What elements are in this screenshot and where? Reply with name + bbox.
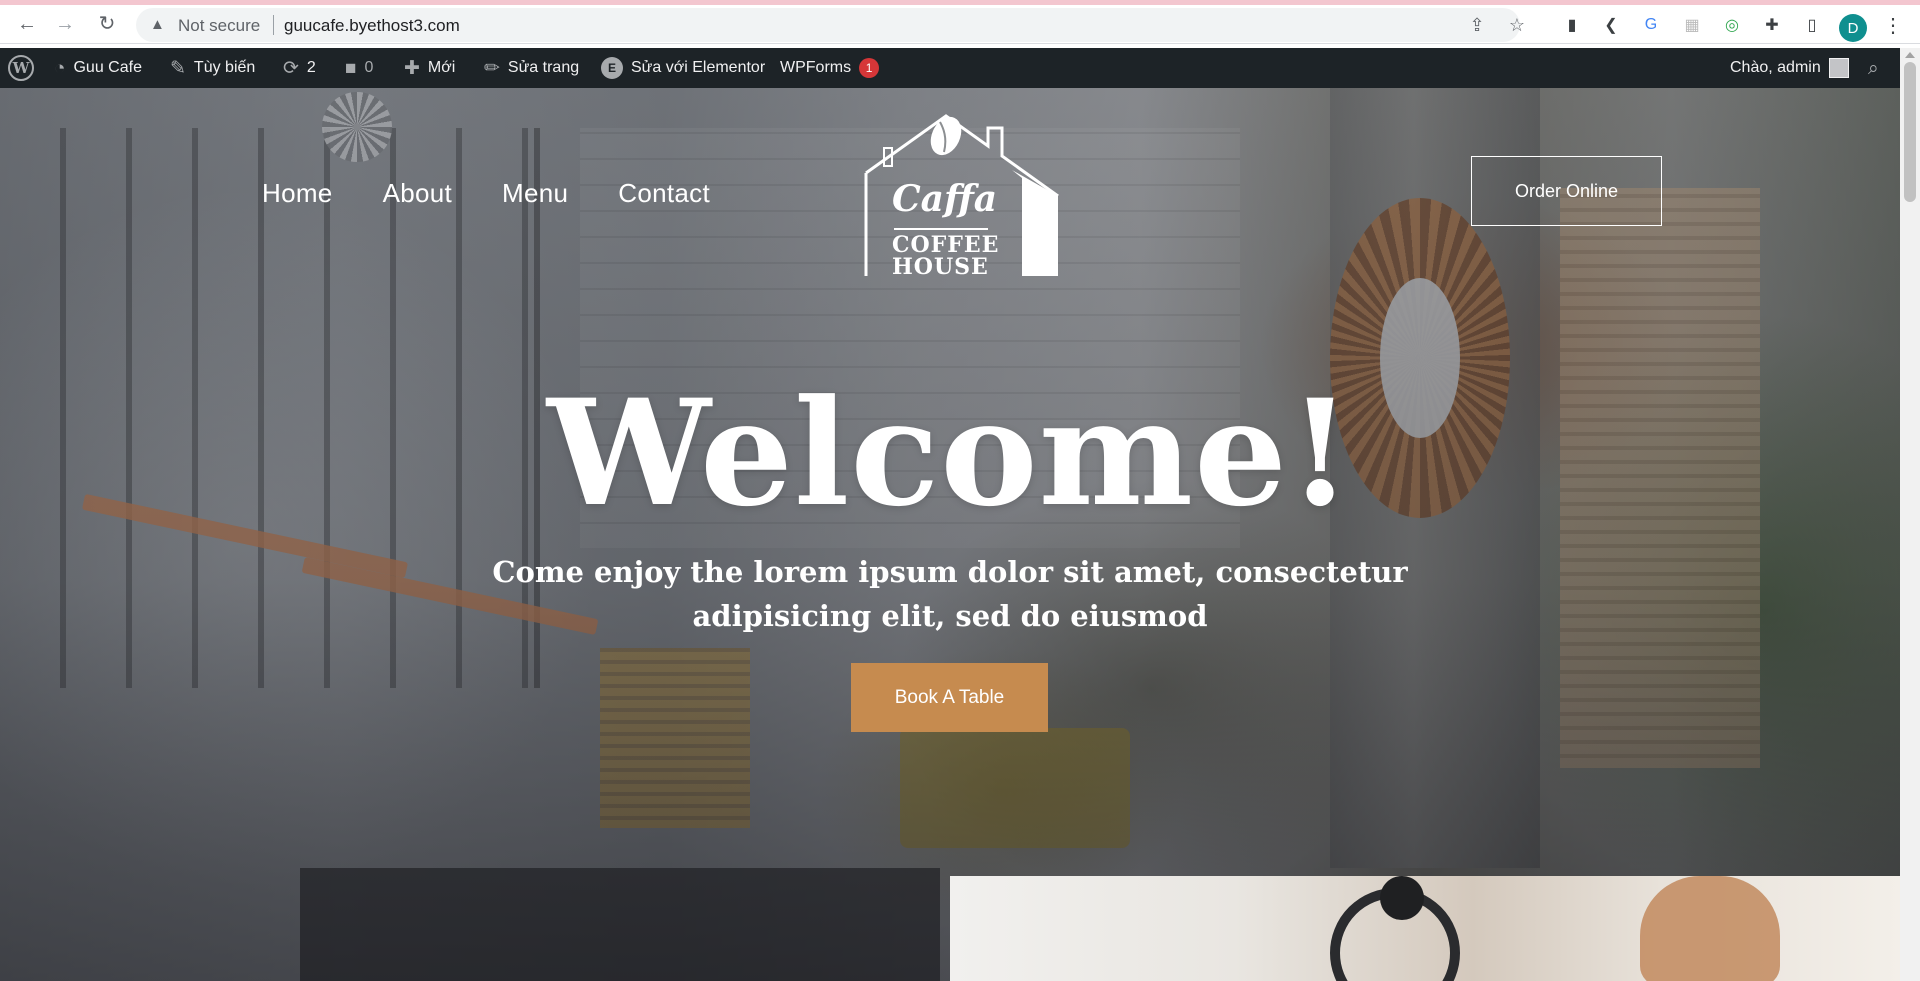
book-table-button[interactable]: Book A Table [851, 663, 1048, 732]
extension-color-icon[interactable]: ◎ [1721, 14, 1743, 36]
admin-avatar [1828, 58, 1849, 78]
forward-icon[interactable]: → [52, 11, 78, 37]
customize-label: Tùy biến [193, 59, 256, 76]
brush-icon: ✎ [170, 57, 186, 79]
extensions-puzzle-icon[interactable]: ✚ [1761, 14, 1783, 36]
coffee-grinder-photo [950, 876, 1900, 981]
hand-shape [1640, 876, 1780, 981]
hero-title: Welcome! [546, 368, 1354, 539]
wpforms-count-badge: 1 [859, 58, 880, 78]
profile-avatar[interactable]: D [1839, 14, 1867, 42]
updates-count: 2 [306, 59, 316, 76]
site-logo[interactable]: Caffa COFFEE HOUSE [862, 108, 1062, 280]
extension-grid-icon[interactable]: ▦ [1681, 14, 1703, 36]
elementor-icon: E [601, 57, 623, 79]
edit-page-label: Sửa trang [507, 59, 580, 76]
order-online-button[interactable]: Order Online [1471, 156, 1662, 226]
address-bar[interactable]: ▲ Not secure guucafe.byethost3.com ⇪ ☆ [136, 8, 1525, 42]
customize-menu[interactable]: ✎ Tùy biến [170, 48, 255, 88]
site-name-label: Guu Cafe [73, 59, 142, 76]
browser-toolbar: ← → ↻ ▲ Not secure guucafe.byethost3.com… [0, 5, 1920, 44]
side-panel-icon[interactable]: ▯ [1801, 14, 1823, 36]
security-label[interactable]: Not secure [178, 16, 260, 36]
nav-contact[interactable]: Contact [618, 178, 710, 209]
new-label: Mới [427, 59, 456, 76]
updates-menu[interactable]: ⟳ 2 [283, 48, 316, 88]
elementor-menu[interactable]: E Sửa với Elementor [601, 48, 765, 88]
scroll-up-arrow-icon[interactable] [1905, 52, 1915, 58]
wpforms-menu[interactable]: WPForms 1 [780, 48, 880, 88]
wordpress-icon: W [8, 55, 34, 81]
nav-home[interactable]: Home [262, 178, 333, 209]
wp-admin-bar: W ◔ Guu Cafe ✎ Tùy biến ⟳ 2 ■ 0 ✚ Mới ✏ … [0, 48, 1900, 88]
comments-count: 0 [364, 59, 374, 76]
account-menu[interactable]: Chào, admin [1730, 48, 1849, 88]
wp-logo-menu[interactable]: W [8, 48, 34, 88]
adminbar-search[interactable]: ⌕ [1868, 48, 1879, 88]
share-icon[interactable]: ⇪ [1466, 15, 1488, 37]
grinder-knob-shape [1380, 876, 1424, 920]
elementor-label: Sửa với Elementor [631, 59, 766, 76]
updates-icon: ⟳ [283, 57, 299, 79]
plus-icon: ✚ [404, 57, 420, 79]
bookmark-star-icon[interactable]: ☆ [1506, 15, 1528, 37]
logo-line-2: HOUSE [892, 254, 989, 280]
translate-icon[interactable]: G [1640, 14, 1662, 36]
extension-bookmark-icon[interactable]: ▮ [1561, 14, 1583, 36]
wpforms-label: WPForms [780, 59, 852, 76]
comments-menu[interactable]: ■ 0 [345, 48, 373, 88]
warning-icon: ▲ [150, 16, 165, 33]
scroll-thumb[interactable] [1904, 62, 1916, 202]
page-scrollbar[interactable] [1900, 48, 1920, 981]
pencil-icon: ✏ [484, 57, 500, 79]
greeting-label: Chào, admin [1730, 59, 1821, 76]
hero-section: Home About Menu Contact Caffa COFFEE HOU… [0, 88, 1900, 981]
url-text[interactable]: guucafe.byethost3.com [284, 16, 460, 36]
extension-arrow-icon[interactable]: ❮ [1600, 14, 1622, 36]
omnibox-separator [273, 15, 274, 35]
new-content-menu[interactable]: ✚ Mới [404, 48, 455, 88]
logo-divider [894, 228, 988, 230]
main-navigation: Home About Menu Contact [262, 178, 710, 209]
edit-page-menu[interactable]: ✏ Sửa trang [484, 48, 579, 88]
back-icon[interactable]: ← [14, 11, 40, 37]
logo-script-text: Caffa [892, 178, 998, 220]
nav-menu[interactable]: Menu [502, 178, 568, 209]
comment-icon: ■ [345, 57, 357, 79]
search-icon: ⌕ [1868, 57, 1879, 79]
dashboard-icon: ◔ [54, 57, 66, 79]
reload-icon[interactable]: ↻ [94, 11, 120, 37]
site-name-menu[interactable]: ◔ Guu Cafe [54, 48, 142, 88]
hero-tagline: Come enjoy the lorem ipsum dolor sit ame… [492, 555, 1408, 633]
kebab-menu-icon[interactable]: ⋮ [1882, 14, 1904, 37]
nav-about[interactable]: About [383, 178, 452, 209]
